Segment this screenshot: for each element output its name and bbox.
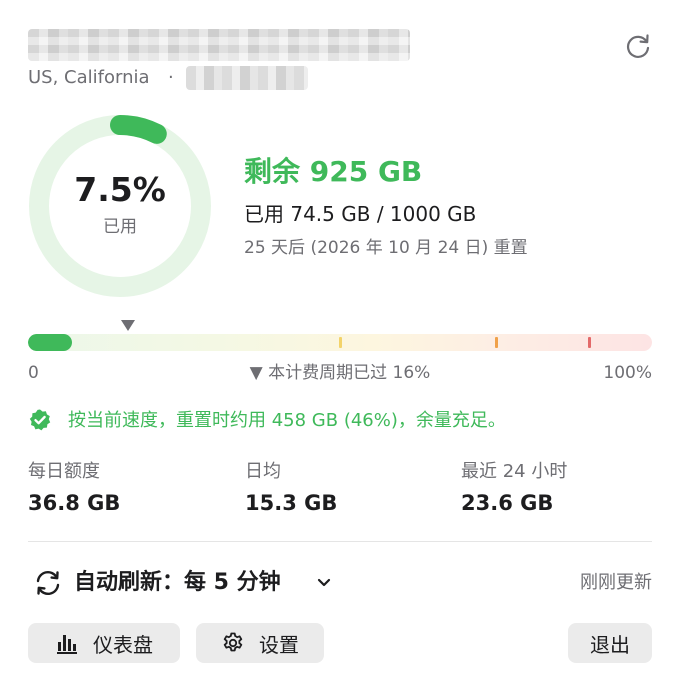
stat-daily-quota-value: 36.8 GB xyxy=(28,491,121,515)
refresh-icon[interactable] xyxy=(622,30,654,62)
stat-daily-average-value: 15.3 GB xyxy=(245,491,338,515)
chevron-down-icon[interactable] xyxy=(315,573,333,591)
divider xyxy=(28,541,652,542)
threshold-tick-90 xyxy=(588,337,592,348)
location-separator: · xyxy=(168,67,174,88)
stat-daily-average-label: 日均 xyxy=(245,461,281,482)
usage-progress-fill xyxy=(28,334,72,351)
account-name-redacted xyxy=(28,29,410,61)
usage-percent: 7.5% xyxy=(74,170,166,209)
quit-button[interactable]: 退出 xyxy=(568,623,652,663)
quit-button-label: 退出 xyxy=(590,632,630,657)
stat-last-24h-value: 23.6 GB xyxy=(461,491,554,515)
dashboard-button[interactable]: 仪表盘 xyxy=(28,623,180,663)
stat-daily-quota-label: 每日额度 xyxy=(28,461,100,482)
gear-icon xyxy=(223,632,243,652)
progress-max-label: 100% xyxy=(603,363,652,383)
period-elapsed-label: ▼ 本计费周期已过 16% xyxy=(249,363,431,383)
forecast-status: 按当前速度，重置时约用 458 GB (46%)，余量充足。 xyxy=(68,410,506,431)
location-label: US, California xyxy=(28,67,150,88)
usage-progress-bar xyxy=(28,334,652,351)
reset-date: 25 天后 (2026 年 10 月 24 日) 重置 xyxy=(244,238,528,258)
threshold-tick-50 xyxy=(338,337,342,348)
settings-button-label: 设置 xyxy=(259,632,299,657)
used-of-total: 已用 74.5 GB / 1000 GB xyxy=(244,202,477,226)
remaining-amount: 剩余 925 GB xyxy=(244,155,423,188)
period-elapsed-marker xyxy=(120,320,135,331)
ip-address-redacted xyxy=(186,66,308,90)
usage-percent-caption: 已用 xyxy=(103,217,137,237)
auto-refresh-icon xyxy=(33,568,63,598)
threshold-tick-75 xyxy=(494,337,498,348)
dashboard-button-label: 仪表盘 xyxy=(93,632,153,657)
settings-button[interactable]: 设置 xyxy=(196,623,324,663)
check-badge-icon xyxy=(28,408,52,432)
auto-refresh-interval-select[interactable]: 自动刷新：每 5 分钟 xyxy=(74,568,281,598)
last-updated-label: 刚刚更新 xyxy=(580,572,652,593)
bar-chart-icon xyxy=(57,635,77,654)
stat-last-24h-label: 最近 24 小时 xyxy=(461,461,568,482)
